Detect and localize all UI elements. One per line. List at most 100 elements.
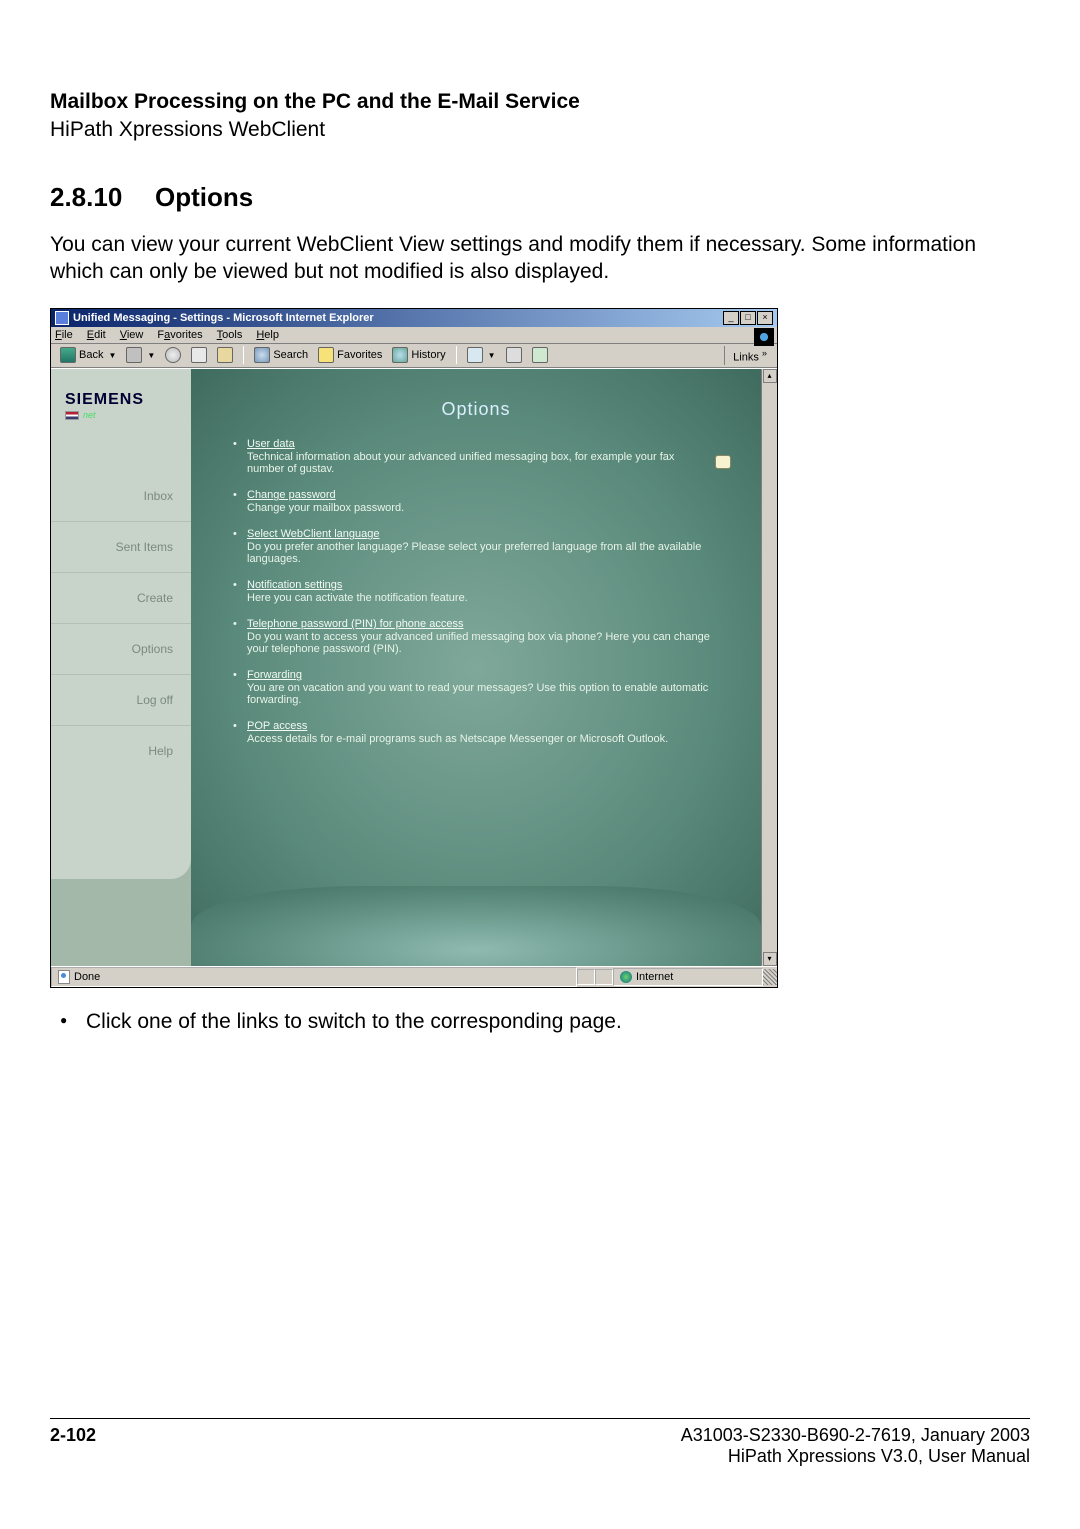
sidebar-item-sent-items[interactable]: Sent Items	[51, 521, 191, 572]
links-button[interactable]: Links »	[724, 346, 771, 366]
scroll-up-button[interactable]: ▴	[763, 369, 777, 383]
stop-button[interactable]	[162, 346, 184, 364]
zone-text: Internet	[636, 971, 673, 983]
menu-file[interactable]: FFileile	[55, 329, 73, 341]
menu-edit[interactable]: Edit	[87, 329, 106, 341]
desc-forwarding: You are on vacation and you want to read…	[247, 682, 711, 706]
page-done-icon	[58, 970, 70, 984]
brand-text: SIEMENS	[65, 391, 191, 409]
desc-telephone-password: Do you want to access your advanced unif…	[247, 631, 711, 655]
security-zone: Internet	[613, 968, 763, 986]
siemens-logo: SIEMENS net	[51, 369, 191, 421]
ie-logo-icon	[754, 328, 774, 346]
menu-favorites[interactable]: Favorites	[157, 329, 202, 341]
resize-grip[interactable]	[763, 969, 777, 985]
doc-title: Mailbox Processing on the PC and the E-M…	[50, 90, 1030, 114]
footer-decoration	[191, 886, 761, 966]
favorites-icon	[318, 347, 334, 363]
stop-icon	[165, 347, 181, 363]
sidebar-item-log-off[interactable]: Log off	[51, 674, 191, 725]
doc-subtitle: HiPath Xpressions WebClient	[50, 118, 1030, 142]
footer-docid: A31003-S2330-B690-2-7619, January 2003	[681, 1425, 1030, 1446]
help-tooltip-icon[interactable]	[715, 455, 731, 469]
title-bar: Unified Messaging - Settings - Microsoft…	[51, 309, 777, 327]
home-button[interactable]	[214, 346, 236, 364]
forward-arrow-icon	[126, 347, 142, 363]
sidebar-item-inbox[interactable]: Inbox	[51, 471, 191, 521]
search-icon	[254, 347, 270, 363]
sidebar-item-create[interactable]: Create	[51, 572, 191, 623]
menu-bar: FFileile Edit View Favorites Tools Help	[51, 327, 777, 344]
back-arrow-icon	[60, 347, 76, 363]
sidebar-item-help[interactable]: Help	[51, 725, 191, 776]
messenger-icon	[532, 347, 548, 363]
link-forwarding[interactable]: Forwarding	[247, 669, 302, 681]
link-telephone-password[interactable]: Telephone password (PIN) for phone acces…	[247, 618, 463, 630]
section-title: Options	[155, 182, 253, 212]
section-heading: 2.8.10Options	[50, 182, 1030, 213]
minimize-button[interactable]: _	[723, 311, 739, 325]
status-bar: Done Internet	[51, 966, 777, 987]
search-label: Search	[273, 349, 308, 361]
home-icon	[217, 347, 233, 363]
messenger-button[interactable]	[529, 346, 551, 364]
forward-button[interactable]: ▼	[123, 346, 158, 364]
main-pane: Options User dataTechnical information a…	[191, 369, 761, 966]
status-left: Done	[51, 967, 577, 987]
internet-zone-icon	[620, 971, 632, 983]
page-footer: 2-102 A31003-S2330-B690-2-7619, January …	[50, 1418, 1030, 1467]
history-icon	[392, 347, 408, 363]
window-title: Unified Messaging - Settings - Microsoft…	[73, 312, 723, 324]
app-icon	[55, 311, 69, 325]
status-segment	[595, 969, 613, 985]
search-button[interactable]: Search	[251, 346, 311, 364]
status-text: Done	[74, 971, 100, 983]
page-number: 2-102	[50, 1425, 96, 1467]
instruction-bullet: Click one of the links to switch to the …	[50, 1010, 1030, 1034]
back-button[interactable]: Back▼	[57, 346, 119, 364]
ie-window: Unified Messaging - Settings - Microsoft…	[50, 308, 778, 989]
toolbar-separator	[456, 346, 457, 364]
flag-icon	[65, 411, 79, 420]
menu-help[interactable]: Help	[256, 329, 279, 341]
menu-view[interactable]: View	[120, 329, 144, 341]
history-button[interactable]: History	[389, 346, 448, 364]
link-pop-access[interactable]: POP access	[247, 720, 307, 732]
link-notification-settings[interactable]: Notification settings	[247, 579, 342, 591]
maximize-button[interactable]: □	[740, 311, 756, 325]
toolbar: Back▼ ▼ Search Favorites History ▼ Links…	[51, 344, 777, 369]
refresh-button[interactable]	[188, 346, 210, 364]
page-title: Options	[441, 399, 510, 419]
desc-pop-access: Access details for e-mail programs such …	[247, 733, 711, 745]
link-user-data[interactable]: User data	[247, 438, 295, 450]
desc-user-data: Technical information about your advance…	[247, 451, 711, 475]
toolbar-separator	[243, 346, 244, 364]
browser-content: SIEMENS net Inbox Sent Items Create Opti…	[51, 368, 777, 966]
close-button[interactable]: ×	[757, 311, 773, 325]
desc-notification-settings: Here you can activate the notification f…	[247, 592, 711, 604]
sidebar-item-options[interactable]: Options	[51, 623, 191, 674]
options-list: User dataTechnical information about you…	[191, 432, 761, 769]
print-icon	[506, 347, 522, 363]
desc-select-language: Do you prefer another language? Please s…	[247, 541, 711, 565]
webclient-sidebar: SIEMENS net Inbox Sent Items Create Opti…	[51, 369, 191, 879]
scroll-down-button[interactable]: ▾	[763, 952, 777, 966]
refresh-icon	[191, 347, 207, 363]
desc-change-password: Change your mailbox password.	[247, 502, 711, 514]
links-label: Links	[733, 351, 759, 363]
menu-tools[interactable]: Tools	[217, 329, 243, 341]
footer-product: HiPath Xpressions V3.0, User Manual	[681, 1446, 1030, 1467]
brand-sub: net	[83, 410, 96, 420]
favorites-label: Favorites	[337, 349, 382, 361]
favorites-button[interactable]: Favorites	[315, 346, 385, 364]
link-change-password[interactable]: Change password	[247, 489, 336, 501]
intro-text: You can view your current WebClient View…	[50, 231, 1030, 286]
link-select-language[interactable]: Select WebClient language	[247, 528, 380, 540]
history-label: History	[411, 349, 445, 361]
mail-button[interactable]: ▼	[464, 346, 499, 364]
vertical-scrollbar[interactable]: ▴ ▾	[761, 369, 777, 966]
print-button[interactable]	[503, 346, 525, 364]
back-label: Back	[79, 349, 103, 361]
mail-icon	[467, 347, 483, 363]
section-number: 2.8.10	[50, 182, 155, 213]
